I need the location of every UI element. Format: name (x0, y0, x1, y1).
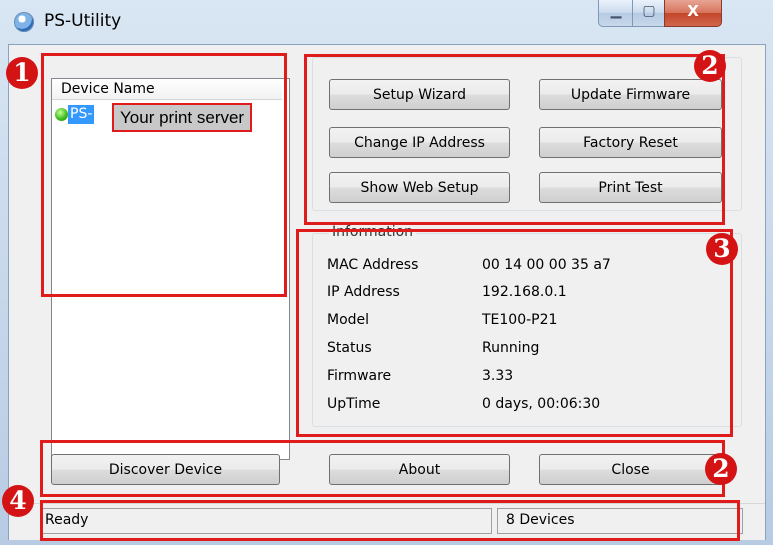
app-window: PS-Utility ▁ ▢ X Device Name PS- Your pr… (0, 0, 773, 545)
minimize-icon: ▁ (610, 3, 622, 19)
annotation-box-action-buttons (304, 54, 725, 225)
close-icon: X (687, 2, 699, 20)
annotation-badge-2: 2 (694, 50, 726, 82)
maximize-icon: ▢ (642, 3, 656, 19)
maximize-button[interactable]: ▢ (632, 0, 666, 27)
annotation-badge-2-bottom: 2 (705, 453, 737, 485)
annotation-badge-3: 3 (706, 233, 738, 265)
minimize-button[interactable]: ▁ (598, 0, 634, 27)
annotation-badge-4: 4 (2, 485, 34, 517)
annotation-box-bottom-buttons (40, 440, 725, 497)
annotation-box-information (296, 229, 733, 437)
window-title: PS-Utility (44, 11, 122, 31)
annotation-badge-1: 1 (6, 57, 38, 89)
annotation-box-device-list (41, 53, 287, 297)
app-globe-icon (14, 12, 34, 32)
title-bar[interactable]: PS-Utility ▁ ▢ X (0, 0, 773, 44)
annotation-box-status-bar (40, 500, 740, 541)
close-window-button[interactable]: X (664, 0, 722, 27)
